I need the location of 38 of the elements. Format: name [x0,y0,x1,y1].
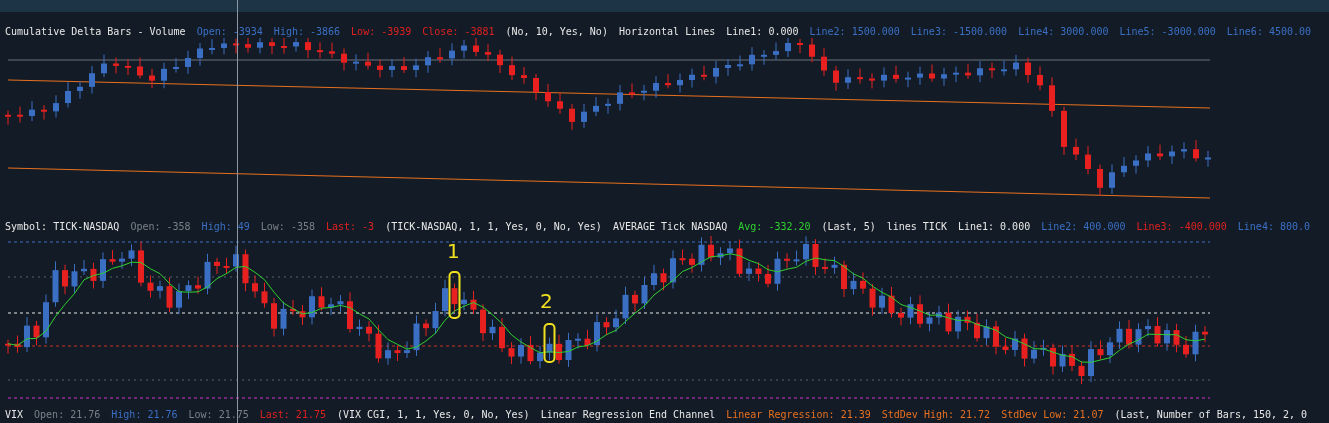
legend-text: Line2: 400.000 [1041,221,1126,233]
legend-text: (VIX CGI, 1, 1, Yes, 0, No, Yes) [337,409,530,421]
legend-text: High: 21.76 [111,409,178,421]
legend-text: Line4: 3000.000 [1018,26,1109,38]
legend-text: Line5: -3000.000 [1119,26,1216,38]
annotation-label: 2 [540,289,553,313]
legend-text: Low: -3939 [351,26,412,38]
legend-text: (Last, Number of Bars, 150, 2, 0 [1114,409,1308,421]
legend-text: High: -3866 [273,26,341,38]
legend-text: Line3: -400.000 [1136,221,1227,233]
legend-text: Cumulative Delta Bars - Volume [5,26,186,38]
legend-text: Line1: 0.000 [726,26,799,38]
legend-text: VIX [5,409,24,421]
legend-text: Open: -358 [130,221,191,233]
legend-text: Line6: 4500.00 [1226,26,1312,38]
legend-text: Line4: 800.0 [1237,221,1311,233]
legend-text: StdDev High: 21.72 [881,409,991,421]
legend-text: Open: 21.76 [34,409,101,421]
legend-text: Linear Regression: 21.39 [726,409,871,421]
legend-text: Avg: -332.20 [738,221,811,233]
legend-text: (No, 10, Yes, No) [505,26,608,38]
legend-text: AVERAGE Tick NASDAQ [612,221,728,233]
legend-text: Last: 21.75 [259,409,326,421]
legend-text: (TICK-NASDAQ, 1, 1, Yes, 0, No, Yes) [385,221,602,233]
legend-text: Close: -3881 [422,26,495,38]
legend-text: High: 49 [201,221,250,233]
legend-text: Low: -358 [260,221,315,233]
legend-text: Last: -3 [325,221,375,233]
legend-text: (Last, 5) [821,221,876,233]
legend-text: StdDev Low: 21.07 [1001,409,1104,421]
legend-text: Horizontal Lines [618,26,716,38]
legend-text: lines TICK [886,221,947,233]
legend-text: Line1: 0.000 [957,221,1031,233]
legend-text: Line2: 1500.000 [809,26,900,38]
legend-text: Linear Regression End Channel [540,409,716,421]
legend-text: Line3: -1500.000 [910,26,1008,38]
legend-text: Symbol: TICK-NASDAQ [5,221,120,233]
annotation-label: 1 [447,239,460,263]
